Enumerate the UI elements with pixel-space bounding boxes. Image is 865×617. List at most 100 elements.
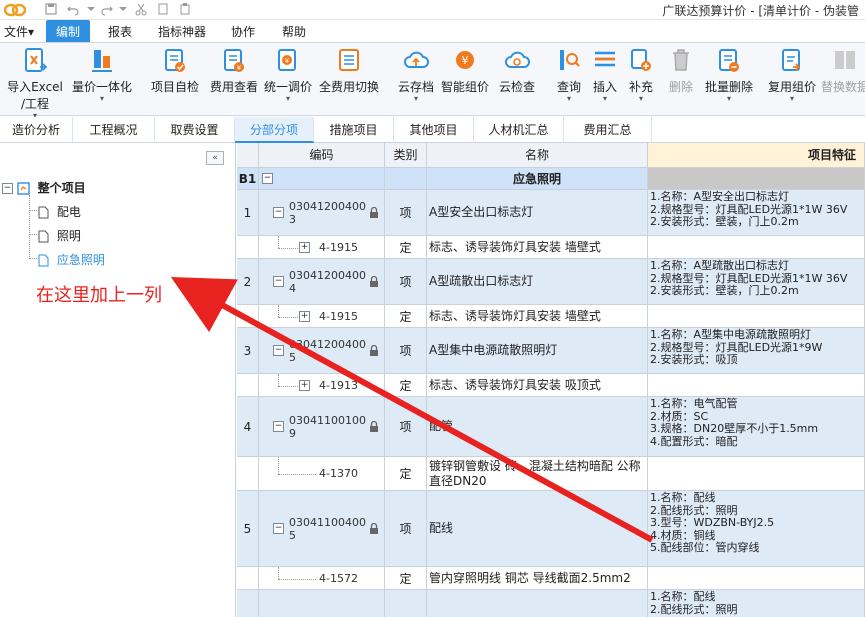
cloud-check-button[interactable]: 云检查 [496, 47, 538, 95]
collapse-toggle-icon[interactable]: − [273, 207, 284, 218]
row-name[interactable]: 管内穿照明线 铜芯 导线截面2.5mm2 [427, 571, 631, 586]
delete-button[interactable]: 删除 [666, 47, 696, 95]
header-type[interactable]: 类别 [385, 143, 427, 168]
tab-labor-material-summary[interactable]: 人材机汇总 [474, 117, 564, 143]
import-excel-button[interactable]: 导入Excel /工程 ▾ [6, 47, 64, 120]
lock-icon[interactable] [369, 276, 379, 287]
collapse-toggle-icon[interactable]: − [273, 276, 284, 287]
row-name[interactable]: A型集中电源疏散照明灯 [427, 343, 557, 358]
row-number: 2 [237, 259, 259, 304]
bill-item-row[interactable]: 3 −03041200400 5 项 A型集中电源疏散照明灯 1.名称：A型集中电源疏散照… [237, 328, 865, 374]
cloud-archive-button[interactable]: 云存档 ▾ [395, 47, 437, 103]
bill-item-row[interactable]: 1.名称：配线 2.配线形式：照明 [237, 590, 865, 617]
row-name[interactable]: 标志、诱导装饰灯具安装 吸顶式 [427, 378, 601, 393]
menu-edit[interactable]: 编制 [46, 20, 91, 42]
cloud-check-icon [505, 51, 530, 68]
bill-item-row[interactable]: 1−03041200400 3 项 A型安全出口标志灯 1.名称：A型安全出口标志灯 2.… [237, 190, 865, 236]
bill-item-row[interactable]: 4 −03041100100 9 项配管 1.名称：电气配管 2.材质：SC 3.规格：DN… [237, 397, 865, 457]
menu-report[interactable]: 报表 [108, 23, 132, 40]
header-feature[interactable]: 项目特征 [648, 143, 865, 168]
header-code[interactable]: 编码 [259, 143, 385, 168]
row-type: 定 [385, 236, 427, 258]
collapse-toggle-icon[interactable]: − [262, 173, 273, 184]
menu-indicator[interactable]: 指标神器 [158, 23, 206, 40]
self-check-button[interactable]: 项目自检 [146, 47, 204, 95]
row-type: 定 [385, 567, 427, 589]
collapse-toggle-icon[interactable]: − [273, 523, 284, 534]
paste-icon[interactable] [178, 2, 192, 16]
redo-dropdown-icon[interactable] [116, 2, 130, 16]
copy-icon[interactable] [156, 2, 170, 16]
full-fee-switch-icon [339, 49, 359, 71]
tab-fee-settings[interactable]: 取费设置 [155, 117, 235, 143]
project-tree: « − 整个项目 配电 照明 应急照明 在这里加上一列 [0, 143, 236, 617]
undo-dropdown-icon[interactable] [84, 2, 98, 16]
lock-icon[interactable] [369, 523, 379, 534]
undo-icon[interactable] [66, 2, 80, 16]
quota-row[interactable]: 4-1572 定管内穿照明线 铜芯 导线截面2.5mm2 [237, 567, 865, 590]
replace-data-button[interactable]: 替换数据 [820, 47, 865, 95]
tree-item-lighting[interactable]: 照明 [38, 227, 81, 244]
tree-item-power-distribution[interactable]: 配电 [38, 203, 81, 220]
lock-icon[interactable] [369, 345, 379, 356]
tab-cost-analysis[interactable]: 造价分析 [0, 117, 73, 143]
reuse-pricing-button[interactable]: 复用组价 ▾ [766, 47, 818, 103]
tab-sub-items[interactable]: 分部分项 [235, 117, 314, 143]
save-icon[interactable] [44, 2, 58, 16]
full-fee-switch-button[interactable]: 全费用切换 [316, 47, 382, 95]
section-row[interactable]: B1 − 应急照明 [237, 168, 865, 190]
cut-icon[interactable] [134, 2, 148, 16]
smart-pricing-button[interactable]: ¥ 智能组价 [438, 47, 492, 95]
feature-line: 5.配线部位：管内穿线 [650, 541, 760, 554]
feature-line: 1.名称：配线 [650, 590, 716, 603]
row-number: 5 [237, 491, 259, 566]
row-number: 4 [237, 397, 259, 456]
quota-row[interactable]: +4-1913 定标志、诱导装饰灯具安装 吸顶式 [237, 374, 865, 397]
menu-help[interactable]: 帮助 [282, 23, 306, 40]
price-adjust-button[interactable]: ¥ 统一调价 ▾ [262, 47, 314, 103]
row-features: 1.名称：A型疏散出口标志灯 2.规格型号：灯具配LED光源1*1W 36V 2.安… [648, 259, 865, 304]
row-type: 项 [385, 397, 427, 456]
row-name[interactable]: 标志、诱导装饰灯具安装 墙壁式 [427, 240, 601, 255]
collapse-toggle-icon[interactable]: − [273, 421, 284, 432]
expand-toggle-icon[interactable]: + [299, 310, 310, 322]
quota-row[interactable]: +4-1915 定标志、诱导装饰灯具安装 墙壁式 [237, 305, 865, 328]
row-name[interactable]: 配管 [427, 419, 453, 434]
document-icon [38, 206, 49, 219]
cloud-archive-icon [404, 51, 429, 68]
quota-row[interactable]: +4-1915 定标志、诱导装饰灯具安装 墙壁式 [237, 236, 865, 259]
row-name[interactable]: A型安全出口标志灯 [427, 205, 533, 220]
expand-toggle-icon[interactable]: + [299, 241, 310, 253]
collapse-toggle-icon[interactable]: − [2, 183, 13, 194]
header-name[interactable]: 名称 [427, 143, 648, 168]
bill-item-row[interactable]: 5−03041100400 5 项配线 1.名称：配线 2.配线形式：照明 3.型号：WD… [237, 491, 865, 567]
row-name[interactable]: 标志、诱导装饰灯具安装 墙壁式 [427, 309, 601, 324]
tab-measures[interactable]: 措施项目 [314, 117, 394, 143]
collapse-panel-button[interactable]: « [206, 151, 224, 165]
expand-toggle-icon[interactable]: + [299, 379, 310, 391]
row-name[interactable]: 镀锌钢管敷设 砖、混凝土结构暗配 公称直径DN20 [427, 459, 647, 489]
menu-collaborate[interactable]: 协作 [231, 23, 255, 40]
tab-fee-summary[interactable]: 费用汇总 [564, 117, 652, 143]
insert-button[interactable]: 插入 ▾ [590, 47, 620, 103]
lock-icon[interactable] [369, 207, 379, 218]
tree-item-emergency-lighting[interactable]: 应急照明 [38, 251, 105, 268]
menu-file[interactable]: 文件▾ [4, 23, 34, 40]
tab-project-overview[interactable]: 工程概况 [73, 117, 155, 143]
feature-line: 2.安装形式：壁装，门上0.2m [650, 215, 799, 228]
quota-row[interactable]: 4-1370 定镀锌钢管敷设 砖、混凝土结构暗配 公称直径DN20 [237, 457, 865, 491]
supplement-icon [631, 49, 651, 71]
tree-root-node[interactable]: − 整个项目 [2, 179, 86, 196]
qty-price-button[interactable]: 量价一体化 ▾ [70, 47, 134, 103]
supplement-button[interactable]: 补充 ▾ [626, 47, 656, 103]
row-name[interactable]: A型疏散出口标志灯 [427, 274, 533, 289]
redo-icon[interactable] [100, 2, 114, 16]
query-button[interactable]: 查询 ▾ [554, 47, 584, 103]
batch-delete-button[interactable]: 批量删除 ▾ [702, 47, 756, 103]
collapse-toggle-icon[interactable]: − [273, 345, 284, 356]
bill-item-row[interactable]: 2−03041200400 4 项 A型疏散出口标志灯 1.名称：A型疏散出口标志灯 2.… [237, 259, 865, 305]
row-name[interactable]: 配线 [427, 521, 453, 536]
lock-icon[interactable] [369, 421, 379, 432]
fee-view-button[interactable]: ¥ 费用查看 [206, 47, 262, 95]
tab-other-items[interactable]: 其他项目 [394, 117, 474, 143]
